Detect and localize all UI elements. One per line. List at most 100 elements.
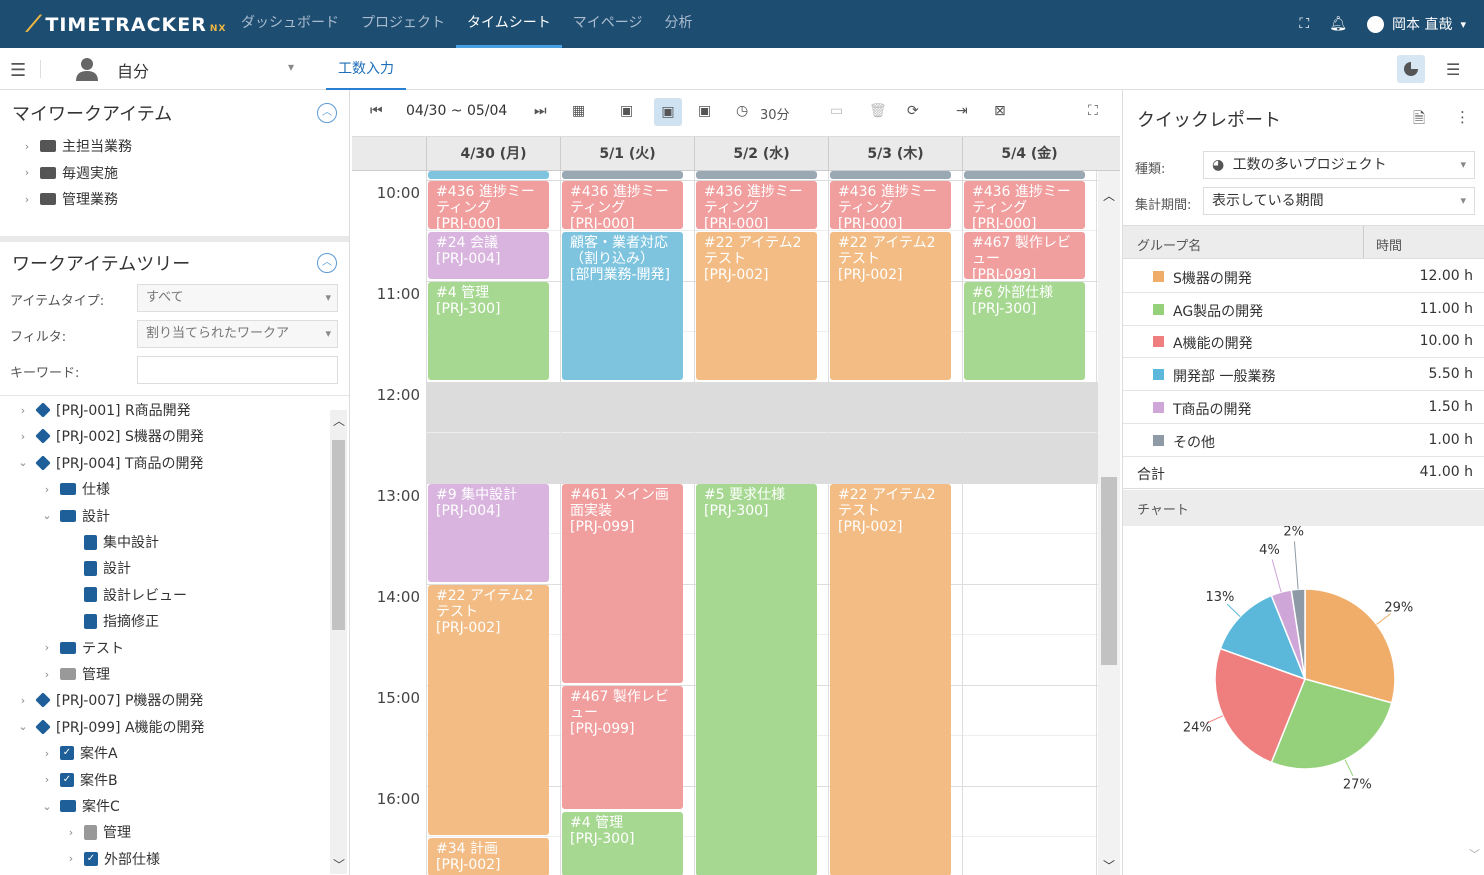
tree-node[interactable]: › 管理 [64, 822, 131, 842]
expand-icon[interactable]: ⛶ [1088, 103, 1098, 119]
report-row[interactable]: その他 1.00 h [1123, 424, 1484, 457]
tree-node[interactable]: 設計レビュー [64, 585, 187, 605]
calendar-event-continued[interactable] [964, 171, 1085, 179]
chevron-down-icon[interactable]: ⌄ [16, 720, 30, 733]
calendar-event[interactable]: #467 製作レビュー [PRJ-099] [562, 686, 683, 810]
my-work-item[interactable]: › 主担当業務 [20, 136, 132, 156]
import-icon[interactable]: ⇥ [956, 103, 968, 119]
calendar-event[interactable]: #22 アイテム2テスト [PRJ-002] [830, 484, 951, 875]
scroll-down-icon[interactable]: ﹀ [1469, 846, 1480, 862]
chevron-right-icon[interactable]: › [40, 483, 54, 496]
clear-calendar-icon[interactable]: ⊠ [994, 103, 1006, 119]
chevron-right-icon[interactable]: › [40, 773, 54, 786]
tree-node[interactable]: › 管理 [40, 664, 110, 684]
chevron-down-icon[interactable]: ⌄ [16, 456, 30, 469]
tree-node[interactable]: 設計 [64, 558, 131, 578]
report-row[interactable]: A機能の開発 10.00 h [1123, 325, 1484, 359]
trash-icon[interactable]: 🗑︎ [869, 103, 887, 119]
chevron-right-icon[interactable]: › [20, 140, 34, 153]
item-type-select[interactable]: すべて ▾ [137, 284, 338, 312]
calendar-event[interactable]: #6 外部仕様 [PRJ-300] [964, 282, 1085, 380]
tree-node[interactable]: ⌄ [PRJ-004] T商品の開発 [16, 453, 204, 473]
chevron-down-icon[interactable]: ⌄ [40, 800, 54, 813]
tree-node[interactable]: › [PRJ-007] P機器の開発 [16, 690, 203, 710]
calendar-event[interactable]: #436 進捗ミーティング [PRJ-000] [696, 181, 817, 229]
calendar-icon[interactable]: ▦ [572, 103, 585, 119]
my-work-item[interactable]: › 管理業務 [20, 189, 118, 209]
day-view-icon[interactable]: ▣ [620, 103, 633, 119]
tree-node[interactable]: ⌄ 設計 [40, 506, 110, 526]
list-view-icon[interactable]: ☰ [1446, 60, 1460, 79]
tree-node[interactable]: › ✓ 外部仕様 [64, 849, 160, 869]
nav-item-1[interactable]: プロジェクト [350, 0, 456, 48]
tree-node[interactable]: › 仕様 [40, 479, 110, 499]
filter-select[interactable]: 割り当てられたワークア ▾ [137, 320, 338, 348]
calendar-event[interactable]: #4 管理 [PRJ-300] [428, 282, 549, 380]
chevron-right-icon[interactable]: › [16, 404, 30, 417]
scroll-up-icon[interactable]: ︿ [333, 412, 345, 429]
report-row[interactable]: AG製品の開発 11.00 h [1123, 293, 1484, 326]
nav-item-0[interactable]: ダッシュボード [230, 0, 350, 48]
chevron-right-icon[interactable]: › [64, 852, 78, 865]
tree-node[interactable]: › ✓ 案件B [40, 770, 118, 790]
calendar-event[interactable]: #436 進捗ミーティング [PRJ-000] [562, 181, 683, 229]
tree-node[interactable]: 指摘修正 [64, 611, 159, 631]
first-page-icon[interactable]: ⏮︎ [370, 103, 383, 119]
user-menu[interactable]: 岡本 直哉 ▾ [1367, 14, 1466, 34]
interval-select[interactable]: 30分 [760, 104, 790, 123]
chevron-right-icon[interactable]: › [64, 826, 78, 839]
comment-icon[interactable]: ▭ [830, 103, 843, 119]
calendar-event[interactable]: #22 アイテム2テスト [PRJ-002] [830, 231, 951, 380]
calendar-scrollbar[interactable]: ︿ ﹀ [1098, 171, 1120, 875]
calendar-event[interactable]: #467 製作レビュー [PRJ-099] [964, 231, 1085, 279]
report-row[interactable]: S機器の開発 12.00 h [1123, 260, 1484, 293]
calendar-event[interactable]: #436 進捗ミーティング [PRJ-000] [830, 181, 951, 229]
nav-item-4[interactable]: 分析 [653, 0, 703, 48]
tree-node[interactable]: ⌄ 案件C [40, 796, 119, 816]
period-select[interactable]: 表示している期間 ▾ [1203, 187, 1475, 215]
scroll-down-icon[interactable]: ﹀ [333, 856, 345, 873]
calendar-event-continued[interactable] [830, 171, 951, 179]
scroll-up-icon[interactable]: ︿ [1103, 187, 1115, 204]
hamburger-menu-icon[interactable]: ☰ [10, 60, 26, 81]
report-row[interactable]: 開発部 一般業務 5.50 h [1123, 358, 1484, 392]
calendar-event-continued[interactable] [562, 171, 683, 179]
refresh-icon[interactable]: ⟳ [907, 103, 919, 119]
chevron-down-icon[interactable]: ⌄ [40, 509, 54, 522]
my-work-item[interactable]: › 毎週実施 [20, 163, 118, 183]
owner-select[interactable]: 自分 [117, 58, 149, 82]
tree-node[interactable]: › テスト [40, 638, 124, 658]
tree-node[interactable]: › [PRJ-002] S機器の開発 [16, 426, 204, 446]
calendar-event[interactable]: #436 進捗ミーティング [PRJ-000] [964, 181, 1085, 229]
fullscreen-icon[interactable]: ⛶ [1299, 16, 1309, 32]
bell-icon[interactable]: 🔔︎ [1329, 16, 1347, 32]
tree-scroll-thumb[interactable] [332, 440, 345, 630]
chevron-right-icon[interactable]: › [40, 668, 54, 681]
calendar-event-continued[interactable] [696, 171, 817, 179]
scroll-down-icon[interactable]: ﹀ [1103, 857, 1115, 874]
collapse-up-icon[interactable]: ︿ [317, 253, 337, 273]
calendar-event[interactable]: #4 管理 [PRJ-300] [562, 812, 683, 875]
calendar-event[interactable]: #5 要求仕様 [PRJ-300] [696, 484, 817, 875]
pie-view-button[interactable] [1397, 55, 1425, 83]
nav-item-3[interactable]: マイページ [562, 0, 654, 48]
nav-item-2[interactable]: タイムシート [456, 0, 562, 48]
report-type-select[interactable]: ◕ 工数の多いプロジェクト ▾ [1203, 151, 1475, 179]
week7-view-icon[interactable]: ▣ [698, 103, 711, 119]
clock-icon[interactable]: ◷ [736, 103, 748, 119]
calendar-event[interactable]: #22 アイテム2テスト [PRJ-002] [428, 585, 549, 835]
report-row[interactable]: T商品の開発 1.50 h [1123, 391, 1484, 424]
calendar-event[interactable]: #34 計画 [PRJ-002] [428, 837, 549, 875]
export-file-icon[interactable]: 🗎 [1413, 108, 1425, 133]
tree-node[interactable]: 集中設計 [64, 532, 159, 552]
tree-node[interactable]: › ✓ 案件A [40, 743, 118, 763]
chevron-right-icon[interactable]: › [40, 747, 54, 760]
chevron-right-icon[interactable]: › [40, 641, 54, 654]
date-range[interactable]: 04/30 ~ 05/04 [406, 103, 507, 119]
chevron-right-icon[interactable]: › [20, 193, 34, 206]
calendar-event[interactable]: #436 進捗ミーティング [PRJ-000] [428, 181, 549, 229]
week5-view-icon[interactable]: ▣ [654, 98, 682, 126]
calendar-event-continued[interactable] [428, 171, 549, 179]
collapse-up-icon[interactable]: ︿ [317, 103, 337, 123]
chevron-right-icon[interactable]: › [16, 430, 30, 443]
